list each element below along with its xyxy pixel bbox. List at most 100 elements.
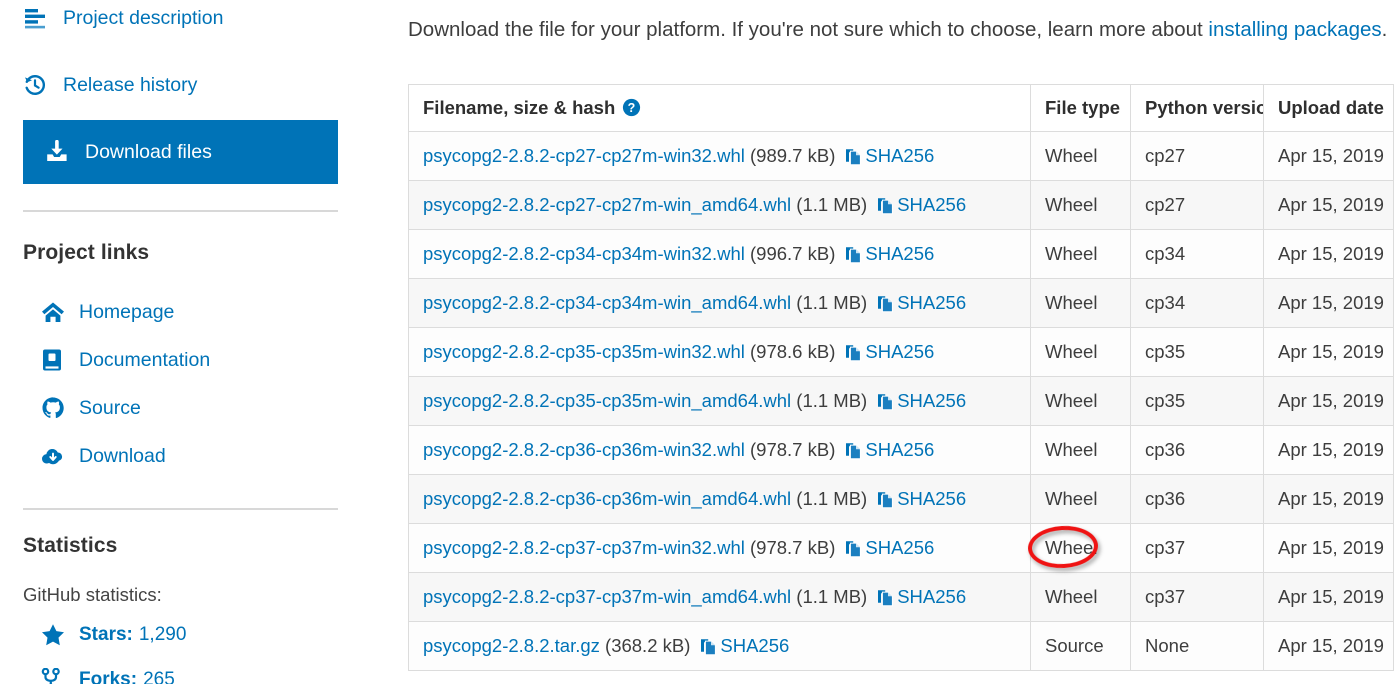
sha256-link[interactable]: SHA256 (877, 292, 966, 313)
sidebar-item-release-history[interactable]: Release history (0, 53, 197, 117)
project-links-list: Homepage Documentation Source Download (41, 288, 210, 480)
copy-pages-icon (845, 439, 862, 460)
cell-filetype: Wheel (1030, 572, 1131, 622)
copy-pages-icon (845, 537, 862, 558)
fork-icon (41, 668, 69, 684)
installing-packages-link[interactable]: installing packages (1208, 18, 1381, 41)
cell-pyversion: cp37 (1130, 572, 1264, 622)
table-row: psycopg2-2.8.2-cp35-cp35m-win32.whl (978… (408, 327, 1394, 377)
file-download-link[interactable]: psycopg2-2.8.2-cp34-cp34m-win_amd64.whl (423, 292, 791, 313)
statistics-heading: Statistics (23, 534, 118, 557)
stat-forks[interactable]: Forks: 265 (41, 657, 186, 684)
cell-pyversion: cp36 (1130, 474, 1264, 524)
cell-upload-date: Apr 15, 2019 (1263, 572, 1394, 622)
sha256-link[interactable]: SHA256 (845, 439, 934, 460)
table-row: psycopg2-2.8.2-cp37-cp37m-win_amd64.whl … (408, 572, 1394, 622)
file-download-link[interactable]: psycopg2-2.8.2-cp36-cp36m-win_amd64.whl (423, 488, 791, 509)
table-row: psycopg2-2.8.2-cp34-cp34m-win_amd64.whl … (408, 278, 1394, 328)
file-download-link[interactable]: psycopg2-2.8.2-cp34-cp34m-win32.whl (423, 243, 745, 264)
column-header-pyversion: Python version (1130, 84, 1264, 132)
cell-pyversion: cp35 (1130, 376, 1264, 426)
cell-filetype: Source (1030, 621, 1131, 671)
question-circle-icon[interactable]: ? (622, 98, 641, 117)
cell-pyversion: cp34 (1130, 278, 1264, 328)
sidebar-item-label: Project description (63, 6, 224, 29)
project-link-label: Download (79, 444, 166, 467)
file-download-link[interactable]: psycopg2-2.8.2-cp35-cp35m-win32.whl (423, 341, 745, 362)
home-icon (41, 301, 69, 323)
column-header-filename: Filename, size & hash ? (408, 84, 1031, 132)
sidebar-divider-1 (23, 210, 338, 212)
sha256-link[interactable]: SHA256 (877, 488, 966, 509)
sha256-link[interactable]: SHA256 (700, 635, 789, 656)
cell-filename: psycopg2-2.8.2-cp36-cp36m-win_amd64.whl … (408, 474, 1031, 524)
stat-label: Forks: (79, 668, 138, 684)
copy-pages-icon (877, 390, 894, 411)
copy-pages-icon (845, 243, 862, 264)
sha256-label: SHA256 (720, 635, 790, 656)
project-link-homepage[interactable]: Homepage (41, 288, 210, 336)
sha256-label: SHA256 (865, 341, 935, 362)
sha256-label: SHA256 (865, 243, 935, 264)
file-download-link[interactable]: psycopg2-2.8.2-cp27-cp27m-win32.whl (423, 145, 745, 166)
sha256-label: SHA256 (897, 586, 967, 607)
download-files-table: Filename, size & hash ? File type Python… (408, 84, 1394, 671)
file-download-link[interactable]: psycopg2-2.8.2-cp37-cp37m-win_amd64.whl (423, 586, 791, 607)
sha256-label: SHA256 (865, 145, 935, 166)
cell-upload-date: Apr 15, 2019 (1263, 131, 1394, 181)
file-size: (1.1 MB) (796, 292, 868, 313)
table-row: psycopg2-2.8.2-cp36-cp36m-win_amd64.whl … (408, 474, 1394, 524)
stat-value: 265 (143, 668, 175, 684)
sha256-link[interactable]: SHA256 (845, 341, 934, 362)
sha256-link[interactable]: SHA256 (845, 243, 934, 264)
cell-upload-date: Apr 15, 2019 (1263, 229, 1394, 279)
file-size: (978.7 kB) (750, 537, 836, 558)
copy-pages-icon (845, 341, 862, 362)
cell-pyversion: cp36 (1130, 425, 1264, 475)
file-size: (1.1 MB) (796, 586, 868, 607)
sha256-link[interactable]: SHA256 (845, 145, 934, 166)
svg-text:?: ? (628, 101, 636, 115)
table-row: psycopg2-2.8.2-cp37-cp37m-win32.whl (978… (408, 523, 1394, 573)
project-link-download[interactable]: Download (41, 432, 210, 480)
intro-text-after: . (1381, 18, 1388, 41)
sha256-link[interactable]: SHA256 (877, 194, 966, 215)
cell-pyversion: cp34 (1130, 229, 1264, 279)
github-icon (41, 396, 69, 420)
project-link-documentation[interactable]: Documentation (41, 336, 210, 384)
file-size: (978.6 kB) (750, 341, 836, 362)
cell-filetype: Wheel (1030, 474, 1131, 524)
project-link-source[interactable]: Source (41, 384, 210, 432)
stat-value: 1,290 (138, 623, 187, 645)
sidebar-item-project-description[interactable]: Project description (0, 0, 223, 50)
sha256-link[interactable]: SHA256 (877, 586, 966, 607)
sidebar-item-download-files[interactable]: Download files (23, 120, 338, 184)
file-download-link[interactable]: psycopg2-2.8.2.tar.gz (423, 635, 600, 656)
sha256-link[interactable]: SHA256 (845, 537, 934, 558)
history-icon (23, 73, 53, 97)
file-download-link[interactable]: psycopg2-2.8.2-cp36-cp36m-win32.whl (423, 439, 745, 460)
sidebar-item-label: Download files (85, 140, 212, 163)
intro-text-before: Download the file for your platform. If … (408, 18, 1209, 41)
column-header-upload: Upload date (1263, 84, 1394, 132)
cell-filetype: Wheel (1030, 327, 1131, 377)
copy-pages-icon (877, 292, 894, 313)
cell-filetype: Wheel (1030, 278, 1131, 328)
sha256-label: SHA256 (897, 292, 967, 313)
copy-pages-icon (845, 145, 862, 166)
cell-pyversion: cp35 (1130, 327, 1264, 377)
file-download-link[interactable]: psycopg2-2.8.2-cp37-cp37m-win32.whl (423, 537, 745, 558)
sha256-label: SHA256 (865, 439, 935, 460)
sidebar-item-label: Release history (63, 73, 198, 96)
stat-stars[interactable]: Stars: 1,290 (41, 612, 186, 657)
cell-upload-date: Apr 15, 2019 (1263, 327, 1394, 377)
file-download-link[interactable]: psycopg2-2.8.2-cp27-cp27m-win_amd64.whl (423, 194, 791, 215)
file-size: (1.1 MB) (796, 194, 868, 215)
download-inbox-icon (45, 140, 75, 164)
sha256-link[interactable]: SHA256 (877, 390, 966, 411)
table-body: psycopg2-2.8.2-cp27-cp27m-win32.whl (989… (408, 131, 1394, 671)
file-size: (978.7 kB) (750, 439, 836, 460)
column-header-filetype: File type (1030, 84, 1131, 132)
file-download-link[interactable]: psycopg2-2.8.2-cp35-cp35m-win_amd64.whl (423, 390, 791, 411)
align-left-icon (23, 7, 53, 29)
